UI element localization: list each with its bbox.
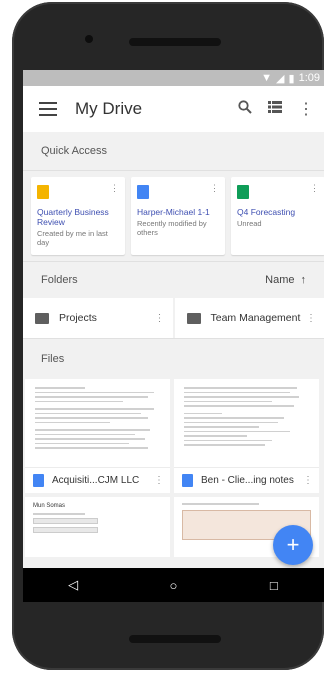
more-vert-icon[interactable]: ⋮	[110, 183, 119, 194]
android-nav-bar: ◁ ○ □	[23, 568, 324, 602]
status-bar: ▼ ◢ ▮ 1:09	[23, 70, 324, 86]
quick-access-name: Harper-Michael 1-1	[137, 207, 210, 217]
quick-access-sub: Unread	[237, 219, 262, 228]
file-name: Acquisiti...CJM LLC	[52, 475, 140, 486]
file-thumbnail	[25, 379, 170, 467]
quick-access-sub: Created by me in last day	[37, 229, 108, 247]
docs-icon	[182, 474, 193, 487]
files-header: Files	[41, 353, 65, 365]
file-thumbnail	[174, 379, 319, 467]
file-footer: Acquisiti...CJM LLC ⋮	[25, 467, 170, 493]
more-vert-icon[interactable]: ⋮	[310, 183, 319, 194]
quick-access-name: Quarterly Business Review	[37, 207, 109, 227]
more-vert-icon[interactable]: ⋮	[210, 183, 219, 194]
screen: ▼ ◢ ▮ 1:09 My Drive ⋮ Quick Access Quart…	[23, 70, 324, 602]
shared-folder-icon	[186, 312, 201, 324]
files-row: Acquisiti...CJM LLC ⋮ Ben - Clie...ing n…	[23, 379, 324, 493]
bottom-speaker	[129, 635, 221, 643]
folder-item[interactable]: Projects ⋮	[23, 298, 173, 338]
file-card[interactable]: Ben - Clie...ing notes ⋮	[174, 379, 319, 493]
quick-access-row: Quarterly Business Review Created by me …	[23, 171, 324, 261]
recents-icon[interactable]: □	[264, 578, 284, 593]
docs-icon	[137, 185, 149, 199]
folders-row: Projects ⋮ Team Management ⋮	[23, 298, 324, 338]
quick-access-name: Q4 Forecasting	[237, 207, 296, 217]
front-camera	[85, 35, 93, 43]
app-bar: My Drive ⋮	[23, 86, 324, 132]
more-vert-icon[interactable]: ⋮	[298, 99, 314, 119]
back-icon[interactable]: ◁	[63, 577, 83, 593]
add-fab-button[interactable]: +	[273, 525, 313, 565]
quick-access-card[interactable]: Harper-Michael 1-1 Recently modified by …	[131, 177, 225, 255]
folders-header: Folders Name ↑	[23, 262, 324, 298]
earpiece-speaker	[129, 38, 221, 46]
more-vert-icon[interactable]: ⋮	[303, 475, 313, 486]
sheets-icon	[237, 185, 249, 199]
menu-icon[interactable]	[39, 102, 57, 116]
search-icon[interactable]	[238, 99, 252, 119]
file-name: Ben - Clie...ing notes	[201, 475, 294, 486]
arrow-up-icon: ↑	[300, 274, 307, 286]
folders-label: Folders	[41, 274, 78, 286]
more-vert-icon[interactable]: ⋮	[306, 313, 316, 324]
sort-label: Name	[265, 274, 295, 286]
quick-access-card[interactable]: Q4 Forecasting Unread ⋮	[231, 177, 324, 255]
more-vert-icon[interactable]: ⋮	[154, 475, 164, 486]
folder-name: Team Management	[210, 311, 301, 324]
folder-name: Projects	[59, 311, 97, 324]
folder-item[interactable]: Team Management ⋮	[174, 298, 324, 338]
list-view-icon[interactable]	[268, 100, 282, 118]
wifi-icon: ▼	[261, 72, 273, 84]
status-time: 1:09	[298, 72, 320, 84]
file-thumbnail[interactable]: Mun Somas	[25, 497, 170, 557]
docs-icon	[33, 474, 44, 487]
quick-access-header: Quick Access	[23, 132, 324, 170]
page-title: My Drive	[75, 99, 143, 118]
signal-icon: ◢	[276, 72, 285, 85]
quick-access-sub: Recently modified by others	[137, 219, 207, 237]
folder-icon	[35, 312, 49, 324]
file-card[interactable]: Acquisiti...CJM LLC ⋮	[25, 379, 170, 493]
sort-toggle[interactable]: Name ↑	[265, 274, 306, 286]
thumbnail-title: Mun Somas	[33, 503, 66, 509]
slides-icon	[37, 185, 49, 199]
battery-icon: ▮	[288, 72, 295, 85]
home-icon[interactable]: ○	[163, 578, 183, 593]
file-footer: Ben - Clie...ing notes ⋮	[174, 467, 319, 493]
quick-access-card[interactable]: Quarterly Business Review Created by me …	[31, 177, 125, 255]
more-vert-icon[interactable]: ⋮	[155, 313, 165, 324]
